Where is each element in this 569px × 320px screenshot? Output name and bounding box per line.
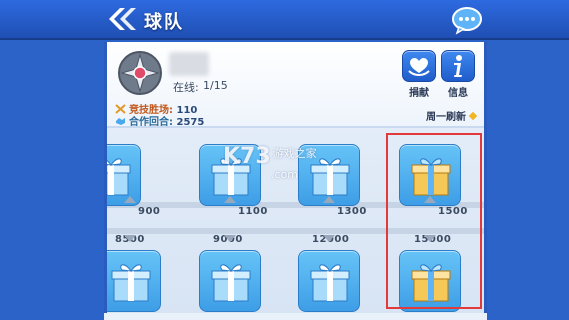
- diamond-icon: [468, 111, 478, 121]
- reward-threshold: 1100: [238, 206, 268, 217]
- progress-marker: [124, 196, 136, 203]
- progress-marker: [124, 235, 136, 242]
- gift-box-icon: [211, 158, 251, 196]
- back-chevron-icon: [109, 8, 136, 30]
- gift-box-icon: [107, 158, 131, 196]
- top-bar: 球队: [0, 0, 569, 40]
- chat-bubble-icon: [452, 7, 482, 35]
- coop-rounds-value: 2575: [176, 117, 205, 128]
- back-button[interactable]: [106, 6, 136, 32]
- gift-box-icon: [211, 264, 251, 302]
- progress-marker: [323, 235, 335, 242]
- gift-box-icon: [111, 264, 151, 302]
- golden-gift-box-icon: [411, 158, 451, 196]
- team-panel: 在线: 1/15 捐献 信息 竞技胜场: 110 合作回合: 2575 周一刷新…: [104, 42, 487, 320]
- reward-track: 900 1100 1300 1500 8500 9000 12000 15000: [107, 128, 484, 320]
- reward-gift-box[interactable]: [199, 250, 261, 312]
- gift-box-icon: [310, 264, 350, 302]
- reward-gift-box-gold[interactable]: [399, 250, 461, 312]
- online-label: 在线:: [173, 81, 199, 94]
- donate-button[interactable]: 捐献: [401, 50, 437, 99]
- reward-threshold: 1500: [438, 206, 468, 217]
- team-emblem-icon: [117, 50, 163, 96]
- reward-gift-box[interactable]: [107, 250, 161, 312]
- donate-label: 捐献: [409, 88, 429, 99]
- gift-box-icon: [310, 158, 350, 196]
- info-button[interactable]: 信息: [440, 50, 476, 99]
- weekly-refresh-note: 周一刷新: [426, 108, 478, 123]
- heart-hand-icon: [408, 58, 430, 77]
- progress-marker: [424, 235, 436, 242]
- golden-gift-box-icon: [411, 264, 451, 302]
- info-icon: [454, 55, 462, 77]
- online-count: 1/15: [203, 79, 228, 92]
- reward-threshold: 900: [138, 206, 161, 217]
- progress-marker: [224, 196, 236, 203]
- team-header: 在线: 1/15 捐献 信息 竞技胜场: 110 合作回合: 2575 周一刷新: [107, 42, 484, 128]
- progress-marker: [323, 196, 335, 203]
- coop-rounds-stat: 合作回合: 2575: [115, 113, 204, 128]
- refresh-note-text: 周一刷新: [426, 112, 466, 123]
- progress-marker: [424, 196, 436, 203]
- team-name-redacted: [169, 52, 209, 76]
- reward-gift-box[interactable]: [298, 250, 360, 312]
- reward-threshold: 1300: [337, 206, 367, 217]
- coop-rounds-label: 合作回合:: [129, 117, 173, 128]
- page-title: 球队: [144, 12, 184, 33]
- handshake-icon: [116, 118, 125, 125]
- info-label: 信息: [448, 88, 468, 99]
- panel-bottom-edge: [104, 313, 487, 320]
- chat-button[interactable]: [451, 5, 483, 35]
- progress-marker: [224, 235, 236, 242]
